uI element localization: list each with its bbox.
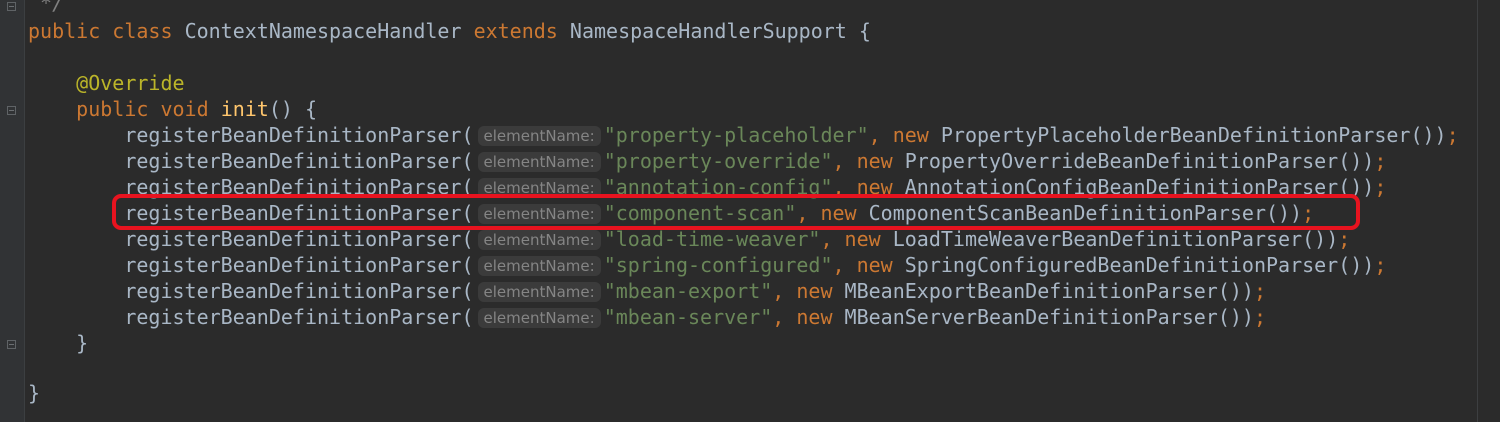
fold-marker-icon[interactable] bbox=[7, 340, 16, 349]
comma: , bbox=[832, 253, 845, 277]
keyword: new bbox=[844, 227, 881, 251]
keyword: new bbox=[892, 123, 929, 147]
semicolon: ; bbox=[1374, 175, 1387, 199]
constructor-call: LoadTimeWeaverBeanDefinitionParser()) bbox=[892, 227, 1339, 251]
code-line[interactable]: registerBeanDefinitionParser(elementName… bbox=[28, 278, 1266, 304]
keyword: new bbox=[796, 305, 833, 329]
code-line[interactable]: registerBeanDefinitionParser(elementName… bbox=[28, 148, 1386, 174]
fold-marker-icon[interactable] bbox=[7, 106, 16, 115]
constructor-call: PropertyOverrideBeanDefinitionParser()) bbox=[904, 149, 1375, 173]
method-call: registerBeanDefinitionParser( bbox=[124, 123, 474, 147]
semicolon: ; bbox=[1253, 279, 1266, 303]
code-line[interactable]: registerBeanDefinitionParser(elementName… bbox=[28, 252, 1386, 278]
code-line[interactable]: @Override bbox=[28, 70, 185, 96]
brace: { bbox=[858, 19, 871, 43]
constructor-call: MBeanServerBeanDefinitionParser()) bbox=[844, 305, 1254, 329]
editor-gutter bbox=[0, 0, 25, 422]
comma: , bbox=[772, 279, 785, 303]
comment-text: */ bbox=[28, 0, 65, 15]
keyword: class bbox=[112, 19, 173, 43]
semicolon: ; bbox=[1374, 253, 1387, 277]
keyword: public bbox=[28, 19, 101, 43]
string-literal: "spring-configured" bbox=[603, 253, 833, 277]
code-line[interactable]: registerBeanDefinitionParser(elementName… bbox=[28, 122, 1459, 148]
code-line[interactable]: registerBeanDefinitionParser(elementName… bbox=[28, 304, 1266, 330]
constructor-call: PropertyPlaceholderBeanDefinitionParser(… bbox=[940, 123, 1447, 147]
method-call: registerBeanDefinitionParser( bbox=[124, 149, 474, 173]
semicolon: ; bbox=[1253, 305, 1266, 329]
comma: , bbox=[772, 305, 785, 329]
parameter-hint: elementName: bbox=[477, 308, 601, 328]
highlight-annotation-box bbox=[112, 194, 1360, 230]
keyword: new bbox=[856, 253, 893, 277]
comma: , bbox=[820, 227, 833, 251]
comma: , bbox=[868, 123, 881, 147]
parameter-hint: elementName: bbox=[477, 282, 601, 302]
parent-class-name: NamespaceHandlerSupport bbox=[569, 19, 847, 43]
method-call: registerBeanDefinitionParser( bbox=[124, 305, 474, 329]
method-call: registerBeanDefinitionParser( bbox=[124, 227, 474, 251]
constructor-call: SpringConfiguredBeanDefinitionParser()) bbox=[904, 253, 1375, 277]
parameter-hint: elementName: bbox=[477, 126, 601, 146]
keyword: void bbox=[160, 97, 209, 121]
parameter-hint: elementName: bbox=[477, 230, 601, 250]
fold-marker-icon[interactable] bbox=[7, 2, 16, 11]
string-literal: "load-time-weaver" bbox=[603, 227, 821, 251]
string-literal: "mbean-server" bbox=[603, 305, 773, 329]
right-margin-guide bbox=[1477, 0, 1478, 422]
keyword: new bbox=[856, 149, 893, 173]
method-call: registerBeanDefinitionParser( bbox=[124, 253, 474, 277]
parameter-hint: elementName: bbox=[477, 256, 601, 276]
keyword: new bbox=[796, 279, 833, 303]
code-line[interactable]: public void init() { bbox=[28, 96, 317, 122]
code-line[interactable]: public class ContextNamespaceHandler ext… bbox=[28, 18, 871, 44]
semicolon: ; bbox=[1338, 227, 1351, 251]
keyword: extends bbox=[473, 19, 558, 43]
closing-brace: } bbox=[28, 381, 41, 405]
string-literal: "property-override" bbox=[603, 149, 833, 173]
code-line[interactable]: } bbox=[28, 380, 40, 406]
method-signature-rest: () { bbox=[268, 97, 318, 121]
method-name: init bbox=[220, 97, 269, 121]
keyword: public bbox=[76, 97, 149, 121]
parameter-hint: elementName: bbox=[477, 152, 601, 172]
semicolon: ; bbox=[1446, 123, 1459, 147]
closing-brace: } bbox=[76, 331, 89, 355]
semicolon: ; bbox=[1374, 149, 1387, 173]
code-line[interactable]: } bbox=[28, 330, 88, 356]
annotation: @Override bbox=[76, 71, 185, 95]
code-editor[interactable]: */ public class ContextNamespaceHandler … bbox=[0, 0, 1500, 422]
comma: , bbox=[832, 149, 845, 173]
code-line[interactable]: */ bbox=[28, 0, 64, 16]
class-name: ContextNamespaceHandler bbox=[184, 19, 462, 43]
string-literal: "mbean-export" bbox=[603, 279, 773, 303]
method-call: registerBeanDefinitionParser( bbox=[124, 279, 474, 303]
constructor-call: MBeanExportBeanDefinitionParser()) bbox=[844, 279, 1254, 303]
string-literal: "property-placeholder" bbox=[603, 123, 869, 147]
